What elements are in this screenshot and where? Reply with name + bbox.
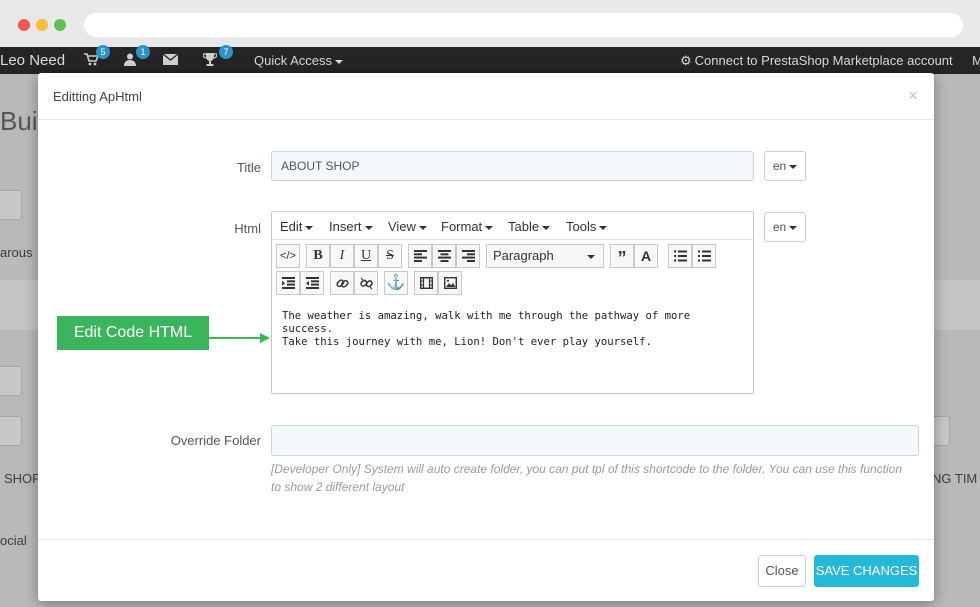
- admin-top-bar: Leo Need 5 1 7 Quick Access ⚙ Connect to …: [0, 45, 980, 74]
- menu-insert-label: Insert: [329, 219, 362, 234]
- browser-chrome: [0, 0, 980, 47]
- page-title: Bui: [0, 106, 38, 136]
- outdent-icon[interactable]: [276, 271, 300, 295]
- address-bar[interactable]: [84, 13, 963, 37]
- chevron-down-icon: [418, 225, 427, 230]
- html-editor: Edit Insert View Format Table Tools </> …: [271, 211, 754, 394]
- lang-label: en: [772, 220, 787, 234]
- user-icon[interactable]: [124, 53, 136, 69]
- background-row-label: arous: [0, 245, 33, 260]
- align-center-icon[interactable]: [432, 244, 456, 268]
- chevron-down-icon: [305, 225, 314, 230]
- minimize-window-dot[interactable]: [36, 19, 48, 31]
- text-color-icon[interactable]: A: [634, 244, 658, 268]
- align-right-icon[interactable]: [456, 244, 480, 268]
- chevron-down-icon: [542, 225, 551, 230]
- close-window-dot[interactable]: [18, 19, 30, 31]
- quick-access-menu[interactable]: Quick Access: [254, 53, 344, 68]
- editor-content[interactable]: The weather is amazing, walk with me thr…: [282, 310, 742, 349]
- envelope-icon[interactable]: [162, 53, 179, 68]
- modal-title: Editting ApHtml: [53, 89, 142, 104]
- truncated-menu-item[interactable]: M: [972, 53, 980, 68]
- chevron-down-icon: [485, 225, 494, 230]
- bold-icon[interactable]: B: [306, 244, 330, 268]
- editor-toolbar-row-2: ⚓: [275, 271, 753, 295]
- indent-icon[interactable]: [300, 271, 324, 295]
- menu-view[interactable]: View: [388, 219, 427, 234]
- menu-table-label: Table: [508, 219, 540, 234]
- content-line: The weather is amazing, walk with me thr…: [282, 310, 691, 335]
- anchor-icon[interactable]: ⚓: [384, 271, 408, 295]
- background-button: [0, 366, 22, 396]
- media-icon[interactable]: [414, 271, 438, 295]
- menu-format-label: Format: [441, 219, 483, 234]
- image-icon[interactable]: [438, 271, 462, 295]
- modal-header: Editting ApHtml ×: [38, 73, 934, 120]
- override-folder-input[interactable]: [271, 425, 919, 456]
- align-left-icon[interactable]: [408, 244, 432, 268]
- override-folder-label: Override Folder: [170, 433, 261, 448]
- maximize-window-dot[interactable]: [54, 19, 66, 31]
- html-lang-dropdown[interactable]: en: [764, 212, 806, 242]
- editor-toolbar-row-1: </> B I U S Paragraph ” A: [275, 244, 753, 268]
- marketplace-connect-link[interactable]: ⚙ Connect to PrestaShop Marketplace accou…: [680, 53, 953, 69]
- menu-tools-label: Tools: [566, 219, 597, 234]
- user-badge: 1: [136, 45, 150, 59]
- menu-tools[interactable]: Tools: [566, 219, 608, 234]
- menu-format[interactable]: Format: [441, 219, 494, 234]
- menu-table[interactable]: Table: [508, 219, 551, 234]
- menu-edit[interactable]: Edit: [280, 219, 314, 234]
- menu-view-label: View: [388, 219, 416, 234]
- format-select[interactable]: Paragraph: [486, 244, 604, 268]
- annotation-arrow: [209, 337, 261, 339]
- strikethrough-icon[interactable]: S: [378, 244, 402, 268]
- title-lang-dropdown[interactable]: en: [764, 151, 806, 181]
- puzzle-icon: ⚙: [680, 53, 692, 68]
- underline-icon[interactable]: U: [354, 244, 378, 268]
- close-button[interactable]: Close: [758, 555, 806, 587]
- save-changes-button[interactable]: SAVE CHANGES: [814, 555, 919, 587]
- menu-edit-label: Edit: [280, 219, 303, 234]
- bullet-list-icon[interactable]: [668, 244, 692, 268]
- editor-menubar: Edit Insert View Format Table Tools: [272, 212, 753, 240]
- link-icon[interactable]: [330, 271, 354, 295]
- annotation-callout: Edit Code HTML: [57, 316, 209, 350]
- lang-label: en: [772, 159, 787, 173]
- menu-insert[interactable]: Insert: [329, 219, 373, 234]
- format-select-value: Paragraph: [493, 248, 554, 263]
- background-row-label: NG TIM: [932, 471, 978, 486]
- shop-name[interactable]: Leo Need: [0, 52, 65, 69]
- modal-footer-divider: [38, 539, 934, 540]
- marketplace-connect-label: Connect to PrestaShop Marketplace accoun…: [694, 53, 953, 68]
- chevron-down-icon: [599, 225, 608, 230]
- arrow-right-icon: [260, 333, 270, 343]
- background-row-label: SHOP: [4, 471, 41, 486]
- title-label: Title: [236, 160, 261, 175]
- background-dropdown: [0, 416, 22, 446]
- numbered-list-icon[interactable]: [692, 244, 716, 268]
- chevron-down-icon: [587, 255, 595, 259]
- chevron-down-icon: [364, 225, 373, 230]
- italic-icon[interactable]: I: [330, 244, 354, 268]
- content-line: Take this journey with me, Lion! Don't e…: [282, 336, 652, 348]
- title-input[interactable]: ABOUT SHOP: [271, 151, 754, 181]
- chevron-down-icon: [789, 164, 798, 169]
- close-icon[interactable]: ×: [908, 86, 918, 106]
- trophy-badge: 7: [219, 45, 233, 59]
- quick-access-label: Quick Access: [254, 53, 333, 68]
- cart-badge: 5: [96, 45, 110, 59]
- source-code-icon[interactable]: </>: [276, 244, 300, 268]
- chevron-down-icon: [789, 225, 798, 230]
- blockquote-icon[interactable]: ”: [610, 244, 634, 268]
- html-label: Html: [234, 221, 261, 236]
- chevron-down-icon: [335, 59, 344, 64]
- background-dropdown: [0, 190, 22, 220]
- background-row-label: ocial: [0, 533, 27, 548]
- override-folder-hint: [Developer Only] System will auto create…: [271, 462, 903, 494]
- trophy-icon[interactable]: [202, 53, 218, 69]
- unlink-icon[interactable]: [354, 271, 378, 295]
